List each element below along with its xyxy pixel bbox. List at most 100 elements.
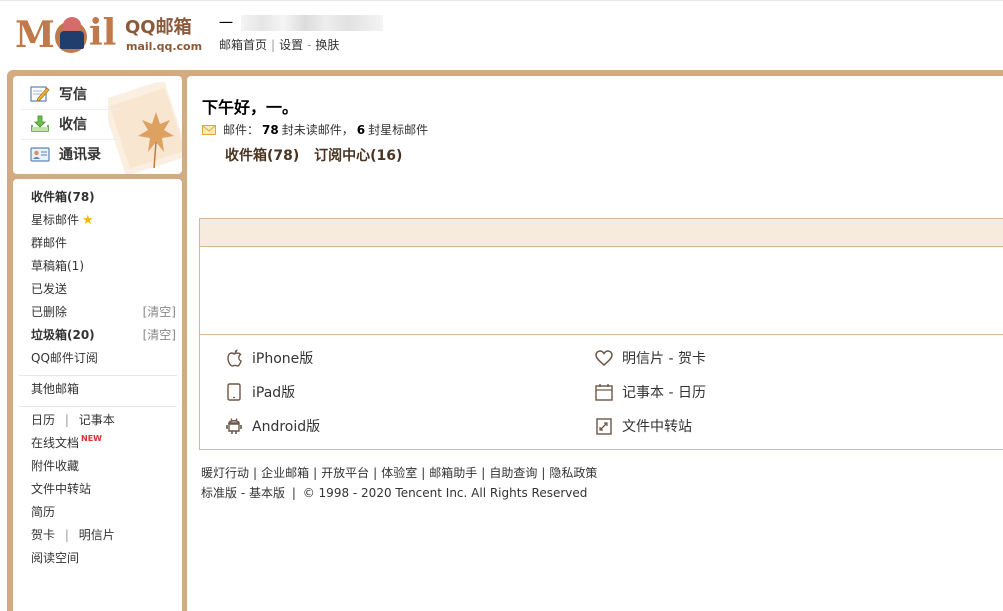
link-postcard[interactable]: 明信片 — [79, 528, 115, 542]
qq-mail-logo[interactable]: M il QQ邮箱 mail.qq.com — [15, 13, 202, 57]
apps-panel: iPhone版 iPad版 Android版 明信片 - 贺卡 记事本 - 日历… — [199, 218, 1003, 450]
link-mail-home[interactable]: 邮箱首页 — [219, 38, 267, 52]
footer-separator: | — [373, 466, 378, 480]
link-change-skin[interactable]: 换肤 — [315, 38, 339, 52]
folder-divider — [19, 406, 177, 407]
mail-summary: 邮件： 78 封未读邮件， 6 封星标邮件 — [202, 121, 428, 138]
footer-links: 暖灯行动 | 企业邮箱 | 开放平台 | 体验室 | 邮箱助手 | 自助查询 | 隐私政策 — [201, 464, 597, 481]
folder-divider — [19, 375, 177, 376]
heart-icon — [594, 348, 614, 368]
app-notebook-label: 记事本 - 日历 — [622, 385, 706, 401]
receive-mail-label: 收信 — [59, 117, 87, 133]
folder-starred[interactable]: 星标邮件 ★ — [31, 210, 176, 230]
envelope-icon — [202, 124, 216, 135]
app-iphone[interactable]: iPhone版 — [224, 347, 313, 369]
footer-separator: | — [541, 466, 546, 480]
footer-copyright: 标准版 - 基本版 | © 1998 - 2020 Tencent Inc. A… — [201, 484, 587, 501]
logo-letter-m: M — [15, 14, 55, 56]
link-greeting-card[interactable]: 贺卡 — [31, 528, 55, 542]
top-link-separator: - — [307, 38, 312, 52]
folder-inbox[interactable]: 收件箱(78) — [31, 187, 176, 207]
receive-mail-button[interactable]: 收信 — [13, 110, 182, 138]
app-ipad-label: iPad版 — [252, 385, 296, 401]
folder-other-mailbox-label: 其他邮箱 — [31, 382, 80, 396]
footer-link-warm-light[interactable]: 暖灯行动 — [201, 466, 249, 480]
write-mail-button[interactable]: 写信 — [13, 80, 182, 108]
tools-file-transfer[interactable]: 文件中转站 — [31, 479, 176, 499]
top-header: M il QQ邮箱 mail.qq.com 一 邮箱首页 | 设置 - 换肤 — [0, 0, 1003, 70]
unread-count[interactable]: 78 — [262, 123, 279, 137]
folder-group[interactable]: 群邮件 — [31, 233, 176, 253]
tablet-icon — [224, 382, 244, 402]
pipe-separator: | — [64, 413, 69, 427]
app-android[interactable]: Android版 — [224, 415, 320, 437]
copyright-text: © 1998 - 2020 Tencent Inc. All Rights Re… — [302, 486, 588, 500]
app-postcard[interactable]: 明信片 - 贺卡 — [594, 347, 706, 369]
panel-body — [200, 247, 1003, 335]
logo-mascot: il — [55, 13, 116, 55]
footer-link-privacy[interactable]: 隐私政策 — [549, 466, 597, 480]
app-postcard-label: 明信片 - 贺卡 — [622, 351, 706, 367]
apple-icon — [224, 348, 244, 368]
id-card-icon — [30, 145, 50, 163]
contacts-button[interactable]: 通讯录 — [13, 140, 182, 168]
folder-starred-label: 星标邮件 — [31, 213, 80, 227]
folder-drafts[interactable]: 草稿箱(1) — [31, 256, 176, 276]
app-file-transfer[interactable]: 文件中转站 — [594, 415, 692, 437]
online-docs-label: 在线文档 — [31, 436, 80, 450]
link-calendar[interactable]: 日历 — [31, 413, 55, 427]
clear-spam-button[interactable]: [清空] — [143, 325, 176, 345]
footer-link-basic-version[interactable]: 基本版 — [249, 486, 285, 500]
apps-list: iPhone版 iPad版 Android版 明信片 - 贺卡 记事本 - 日历… — [200, 337, 1003, 449]
folder-sent-label: 已发送 — [31, 282, 68, 296]
folder-spam[interactable]: 垃圾箱(20) [清空] — [31, 325, 176, 345]
link-settings[interactable]: 设置 — [279, 38, 303, 52]
folder-drafts-label: 草稿箱(1) — [31, 259, 84, 273]
panel-header — [200, 219, 1003, 247]
app-iphone-label: iPhone版 — [252, 351, 314, 367]
android-icon — [224, 416, 244, 436]
folder-deleted-label: 已删除 — [31, 305, 68, 319]
footer-separator: | — [313, 466, 318, 480]
file-transfer-icon — [594, 416, 614, 436]
app-ipad[interactable]: iPad版 — [224, 381, 295, 403]
footer-link-standard-version[interactable]: 标准版 — [201, 486, 237, 500]
folder-subscriptions[interactable]: QQ邮件订阅 — [31, 348, 176, 368]
folder-list: 收件箱(78) 星标邮件 ★ 群邮件 草稿箱(1) 已发送 已删除 [清空] 垃圾… — [13, 179, 182, 611]
greeting-title: 下午好，一。 — [202, 98, 299, 117]
tools-calendar-notebook: 日历 | 记事本 — [31, 410, 176, 430]
tools-reading-space[interactable]: 阅读空间 — [31, 548, 176, 568]
copyright-separator: | — [291, 486, 296, 500]
link-notebook[interactable]: 记事本 — [79, 413, 115, 427]
contacts-label: 通讯录 — [59, 147, 101, 163]
clear-deleted-button[interactable]: [清空] — [143, 302, 176, 322]
footer-link-open-platform[interactable]: 开放平台 — [321, 466, 369, 480]
app-file-transfer-label: 文件中转站 — [622, 419, 692, 435]
starred-text: 封星标邮件 — [368, 123, 429, 137]
download-tray-icon — [30, 115, 50, 133]
logo-text: QQ邮箱 — [125, 17, 192, 38]
user-email-redacted — [240, 15, 383, 31]
attachments-label: 附件收藏 — [31, 459, 80, 473]
footer-separator: | — [421, 466, 426, 480]
top-links: 邮箱首页 | 设置 - 换肤 — [219, 36, 339, 53]
footer-link-lab[interactable]: 体验室 — [381, 466, 417, 480]
write-mail-label: 写信 — [59, 87, 87, 103]
star-icon: ★ — [82, 213, 94, 228]
tools-resume[interactable]: 简历 — [31, 502, 176, 522]
tools-cards: 贺卡 | 明信片 — [31, 525, 176, 545]
folder-group-label: 群邮件 — [31, 236, 68, 250]
folder-deleted[interactable]: 已删除 [清空] — [31, 302, 176, 322]
footer-link-enterprise[interactable]: 企业邮箱 — [261, 466, 309, 480]
quick-link-subscriptions[interactable]: 订阅中心(16) — [314, 148, 402, 164]
quick-link-inbox[interactable]: 收件箱(78) — [225, 148, 299, 164]
app-notebook[interactable]: 记事本 - 日历 — [594, 381, 706, 403]
footer-link-self-service[interactable]: 自助查询 — [489, 466, 537, 480]
footer-link-assistant[interactable]: 邮箱助手 — [429, 466, 477, 480]
tools-attachments[interactable]: 附件收藏 — [31, 456, 176, 476]
folder-other-mailbox[interactable]: 其他邮箱 — [31, 379, 176, 399]
folder-sent[interactable]: 已发送 — [31, 279, 176, 299]
version-dash: - — [240, 486, 246, 500]
tools-online-docs[interactable]: 在线文档 NEW — [31, 433, 176, 453]
starred-count[interactable]: 6 — [357, 123, 365, 137]
